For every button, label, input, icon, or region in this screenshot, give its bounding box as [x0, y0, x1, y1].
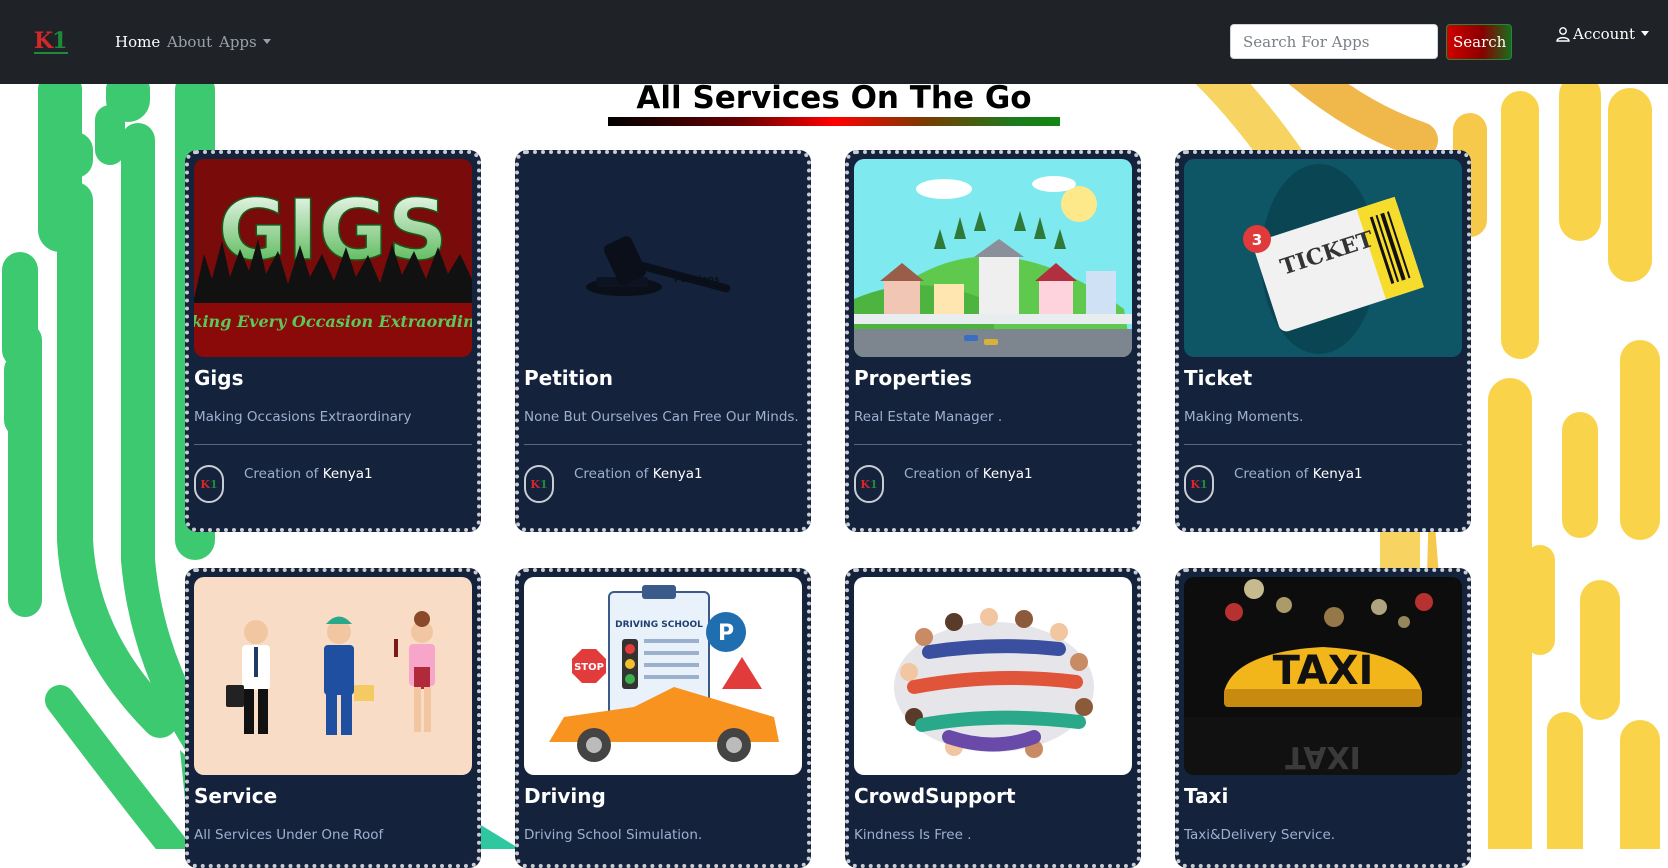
gigs-image: GIGS Making Every Occasion Extraordinary	[194, 159, 472, 357]
card-description: Driving School Simulation.	[524, 827, 703, 843]
svg-text:STOP: STOP	[574, 662, 604, 673]
card-title: Petition	[524, 366, 614, 390]
card-creator: Creation of Kenya1	[574, 466, 703, 482]
svg-text:TAXI: TAXI	[1273, 648, 1374, 694]
card-creator: Creation of Kenya1	[1234, 466, 1363, 482]
nav-apps-dropdown[interactable]: Apps	[219, 33, 271, 51]
search-button[interactable]: Search	[1446, 24, 1512, 60]
kenya1-logo-icon: K1	[854, 465, 884, 503]
card-creator: Creation of Kenya1	[244, 466, 373, 482]
card-description: Taxi&Delivery Service.	[1184, 827, 1336, 843]
brand-logo[interactable]: K1	[34, 28, 68, 54]
card-description: Kindness Is Free .	[854, 827, 972, 843]
ticket-image: TICKET 3	[1184, 159, 1462, 357]
card-taxi[interactable]: TAXI TAXI Taxi Taxi&Delivery Service.	[1175, 568, 1471, 868]
petition-image: Petitions	[524, 159, 802, 357]
card-creator: Creation of Kenya1	[904, 466, 1033, 482]
svg-text:3: 3	[1252, 231, 1262, 249]
user-icon	[1556, 27, 1570, 42]
card-title: Taxi	[1184, 784, 1229, 808]
properties-image	[854, 159, 1132, 357]
chevron-down-icon	[262, 39, 271, 44]
card-title: Ticket	[1184, 366, 1253, 390]
page-title: All Services On The Go	[636, 80, 1032, 116]
chevron-down-icon	[1641, 31, 1650, 36]
service-image	[194, 577, 472, 775]
svg-text:P: P	[718, 621, 734, 646]
card-service[interactable]: Service All Services Under One Roof	[185, 568, 481, 868]
card-title: Properties	[854, 366, 972, 390]
card-description: Real Estate Manager .	[854, 409, 1003, 425]
crowdsupport-image	[854, 577, 1132, 775]
svg-text:Petitions: Petitions	[674, 275, 719, 285]
svg-text:DRIVING SCHOOL: DRIVING SCHOOL	[615, 620, 703, 630]
navbar: K1 Home About Apps Search Account	[0, 0, 1668, 84]
card-description: All Services Under One Roof	[194, 827, 384, 843]
svg-text:TAXI: TAXI	[1285, 739, 1361, 774]
gigs-caption: Making Every Occasion Extraordinary	[194, 312, 472, 331]
card-properties[interactable]: Properties Real Estate Manager . K1 Crea…	[845, 150, 1141, 532]
taxi-image: TAXI TAXI	[1184, 577, 1462, 775]
card-title: Gigs	[194, 366, 244, 390]
kenya1-logo-icon: K1	[194, 465, 224, 503]
driving-image: DRIVING SCHOOL STOP P	[524, 577, 802, 775]
card-crowdsupport[interactable]: CrowdSupport Kindness Is Free .	[845, 568, 1141, 868]
title-underline	[608, 117, 1060, 126]
card-ticket[interactable]: TICKET 3 Ticket Making Moments. K1 Creat…	[1175, 150, 1471, 532]
nav-about[interactable]: About	[167, 33, 212, 51]
card-driving[interactable]: DRIVING SCHOOL STOP P Driving Driving Sc…	[515, 568, 811, 868]
nav-home[interactable]: Home	[115, 33, 160, 51]
card-description: None But Ourselves Can Free Our Minds.	[524, 409, 799, 425]
card-petition[interactable]: Petitions Petition None But Ourselves Ca…	[515, 150, 811, 532]
card-description: Making Moments.	[1184, 409, 1304, 425]
card-title: Service	[194, 784, 278, 808]
card-description: Making Occasions Extraordinary	[194, 409, 412, 425]
card-title: Driving	[524, 784, 606, 808]
search-input[interactable]	[1230, 24, 1438, 59]
card-title: CrowdSupport	[854, 784, 1016, 808]
kenya1-logo-icon: K1	[1184, 465, 1214, 503]
kenya1-logo-icon: K1	[524, 465, 554, 503]
card-gigs[interactable]: GIGS Making Every Occasion Extraordinary…	[185, 150, 481, 532]
account-dropdown[interactable]: Account	[1556, 25, 1650, 43]
